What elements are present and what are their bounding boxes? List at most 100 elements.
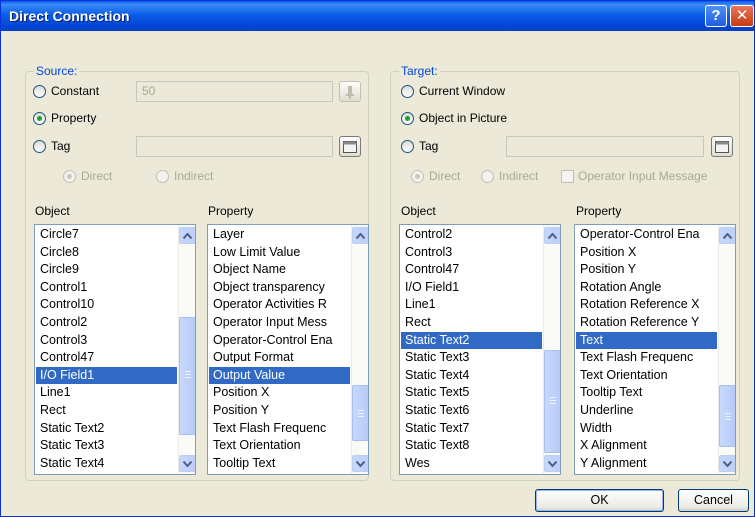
list-item[interactable]: Layer (209, 226, 350, 244)
list-item[interactable]: Static Text4 (36, 455, 177, 473)
list-item[interactable]: Control3 (36, 332, 177, 350)
target-tag-radio[interactable]: Tag (401, 137, 438, 155)
source-object-list[interactable]: Circle7 Circle8 Circle9 Control1 Control10 Co… (34, 224, 196, 475)
target-indirect-radio[interactable]: Indirect (481, 167, 538, 185)
list-item[interactable]: Static Text8 (401, 437, 542, 455)
source-property-scrollbar[interactable] (351, 225, 368, 474)
list-item[interactable]: Text Flash Frequenc (209, 420, 350, 438)
target-tag-browse-button[interactable] (711, 136, 733, 157)
list-item[interactable]: Static Text2 (401, 331, 542, 350)
list-item[interactable]: Control3 (401, 244, 542, 262)
list-item[interactable]: Control2 (36, 314, 177, 332)
target-current-window-radio[interactable]: Current Window (401, 82, 505, 100)
list-item[interactable]: Static Text5 (401, 384, 542, 402)
scroll-thumb[interactable] (719, 385, 735, 447)
list-item[interactable]: Rotation Reference Y (576, 314, 717, 332)
source-indirect-radio[interactable]: Indirect (156, 167, 213, 185)
scroll-up-button[interactable] (544, 227, 560, 244)
target-operator-input-checkbox[interactable]: Operator Input Message (561, 167, 707, 185)
list-item[interactable]: Position Y (576, 261, 717, 279)
list-item[interactable]: X Alignment (576, 437, 717, 455)
list-item[interactable]: Rotation Reference X (576, 296, 717, 314)
list-item[interactable]: Static Text3 (401, 349, 542, 367)
target-property-header: Property (576, 204, 622, 218)
list-item[interactable]: Output Value (209, 366, 350, 385)
target-object-scrollbar[interactable] (543, 225, 560, 474)
target-direct-radio[interactable]: Direct (411, 167, 460, 185)
list-item[interactable]: I/O Field1 (401, 279, 542, 297)
list-item[interactable]: Position X (576, 244, 717, 262)
source-property-list[interactable]: Layer Low Limit Value Object Name Object tr… (207, 224, 369, 475)
list-item[interactable]: Circle7 (36, 226, 177, 244)
list-item[interactable]: Static Text6 (401, 402, 542, 420)
list-item[interactable]: Text Flash Frequenc (576, 349, 717, 367)
source-tag-radio[interactable]: Tag (33, 137, 70, 155)
scroll-down-button[interactable] (719, 455, 735, 472)
list-item[interactable]: Position X (209, 384, 350, 402)
list-item[interactable]: Text Orientation (576, 367, 717, 385)
scroll-thumb[interactable] (352, 385, 368, 441)
list-item[interactable]: Circle9 (36, 261, 177, 279)
list-item[interactable]: I/O Field1 (36, 366, 177, 385)
close-button[interactable]: ✕ (730, 5, 754, 27)
scroll-thumb[interactable] (544, 350, 560, 453)
list-item[interactable]: Text (576, 331, 717, 350)
list-item[interactable]: Position Y (209, 402, 350, 420)
source-object-scrollbar[interactable] (178, 225, 195, 474)
title-bar[interactable]: Direct Connection ? ✕ (1, 1, 754, 31)
scroll-down-button[interactable] (544, 455, 560, 472)
source-tag-browse-button[interactable] (339, 136, 361, 157)
target-property-scrollbar[interactable] (718, 225, 735, 474)
list-item[interactable]: Static Text3 (36, 437, 177, 455)
list-item[interactable]: Operator-Control Ena (576, 226, 717, 244)
scroll-up-button[interactable] (179, 227, 195, 244)
list-item[interactable]: Line1 (401, 296, 542, 314)
list-item[interactable]: Rect (36, 402, 177, 420)
list-item[interactable]: Rect (401, 314, 542, 332)
list-item[interactable]: Operator Activities R (209, 296, 350, 314)
list-item[interactable]: Control47 (401, 261, 542, 279)
list-item[interactable]: Circle8 (36, 244, 177, 262)
list-item[interactable]: Object transparency (209, 279, 350, 297)
target-object-in-picture-radio[interactable]: Object in Picture (401, 109, 507, 127)
list-item[interactable]: Static Text7 (401, 420, 542, 438)
list-item[interactable]: Text Orientation (209, 437, 350, 455)
scroll-down-button[interactable] (179, 455, 195, 472)
list-item[interactable]: Control1 (36, 279, 177, 297)
cancel-button[interactable]: Cancel (678, 489, 749, 512)
list-item[interactable]: Line1 (36, 384, 177, 402)
list-item[interactable]: Control10 (36, 296, 177, 314)
scroll-up-button[interactable] (719, 227, 735, 244)
source-property-radio[interactable]: Property (33, 109, 96, 127)
list-item[interactable]: Static Text4 (401, 367, 542, 385)
ok-button[interactable]: OK (535, 489, 664, 512)
help-button[interactable]: ? (705, 5, 727, 27)
scroll-up-button[interactable] (352, 227, 368, 244)
list-item[interactable]: Low Limit Value (209, 244, 350, 262)
target-object-list[interactable]: Control2 Control3 Control47 I/O Field1 Line1… (399, 224, 561, 475)
scroll-thumb[interactable] (179, 317, 195, 435)
scroll-down-button[interactable] (352, 455, 368, 472)
list-item[interactable]: Y Alignment (576, 455, 717, 473)
target-property-list[interactable]: Operator-Control Ena Position X Position Y… (574, 224, 736, 475)
list-item[interactable]: Control2 (401, 226, 542, 244)
source-connector-button[interactable] (339, 81, 361, 102)
list-item[interactable]: Operator Input Mess (209, 314, 350, 332)
source-constant-input[interactable]: 50 (136, 81, 333, 102)
list-item[interactable]: Object Name (209, 261, 350, 279)
list-item[interactable]: Output Format (209, 349, 350, 367)
target-operator-input-label: Operator Input Message (578, 169, 708, 183)
source-constant-radio[interactable]: Constant (33, 82, 99, 100)
list-item[interactable]: Wes (401, 455, 542, 473)
source-direct-radio[interactable]: Direct (63, 167, 112, 185)
source-tag-input[interactable] (136, 136, 333, 157)
list-item[interactable]: Operator-Control Ena (209, 332, 350, 350)
list-item[interactable]: Static Text2 (36, 420, 177, 438)
target-tag-input[interactable] (506, 136, 704, 157)
list-item[interactable]: Width (576, 420, 717, 438)
list-item[interactable]: Rotation Angle (576, 279, 717, 297)
list-item[interactable]: Control47 (36, 349, 177, 367)
list-item[interactable]: Tooltip Text (576, 384, 717, 402)
list-item[interactable]: Tooltip Text (209, 455, 350, 473)
list-item[interactable]: Underline (576, 402, 717, 420)
